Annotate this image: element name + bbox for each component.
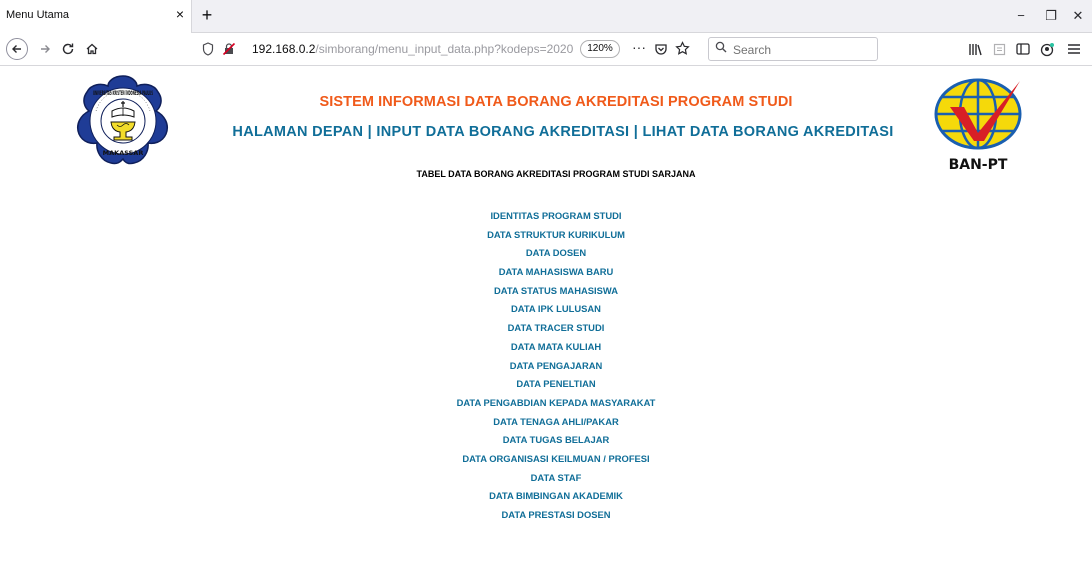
- menu-link[interactable]: DATA STRUKTUR KURIKULUM: [487, 229, 625, 240]
- address-bar[interactable]: 192.168.0.2/simborang/menu_input_data.ph…: [196, 37, 696, 61]
- menu-link[interactable]: DATA IPK LULUSAN: [511, 303, 601, 314]
- menu-link[interactable]: DATA ORGANISASI KEILMUAN / PROFESI: [462, 453, 649, 464]
- nav-input-data[interactable]: INPUT DATA BORANG AKREDITASI: [376, 124, 629, 140]
- browser-tab-strip: Menu Utama × + − ❐ ✕: [0, 0, 1092, 33]
- sidebar-icon[interactable]: [1014, 38, 1032, 60]
- list-item: DATA BIMBINGAN AKADEMIK: [0, 486, 1092, 505]
- nav-separator: |: [633, 124, 639, 140]
- list-item: DATA PENGABDIAN KEPADA MASYARAKAT: [0, 393, 1092, 412]
- url-text[interactable]: 192.168.0.2/simborang/menu_input_data.ph…: [252, 42, 578, 56]
- logo-bottom-text: MAKASSAR: [103, 149, 144, 157]
- menu-link[interactable]: DATA BIMBINGAN AKADEMIK: [489, 490, 623, 501]
- list-item: DATA STRUKTUR KURIKULUM: [0, 225, 1092, 244]
- table-title: TABEL DATA BORANG AKREDITASI PROGRAM STU…: [416, 169, 696, 179]
- menu-link[interactable]: DATA PRESTASI DOSEN: [501, 509, 610, 520]
- banpt-logo: BAN-PT: [928, 77, 1026, 175]
- list-item: DATA PENGAJARAN: [0, 356, 1092, 375]
- menu-link[interactable]: DATA MAHASISWA BARU: [499, 266, 614, 277]
- menu-link[interactable]: DATA STAF: [531, 472, 582, 483]
- library-icon[interactable]: [966, 38, 984, 60]
- menu-link[interactable]: DATA TENAGA AHLI/PAKAR: [493, 416, 619, 427]
- list-item: DATA IPK LULUSAN: [0, 299, 1092, 318]
- reload-icon[interactable]: [58, 38, 78, 60]
- menu-link[interactable]: DATA PENGABDIAN KEPADA MASYARAKAT: [457, 397, 656, 408]
- list-item: DATA PRESTASI DOSEN: [0, 505, 1092, 524]
- back-icon[interactable]: [6, 38, 28, 60]
- shield-icon[interactable]: [202, 42, 214, 61]
- menu-link[interactable]: IDENTITAS PROGRAM STUDI: [490, 210, 621, 221]
- new-tab-button[interactable]: +: [196, 4, 218, 26]
- close-window-button[interactable]: ✕: [1068, 7, 1088, 25]
- list-item: DATA STAF: [0, 468, 1092, 487]
- list-item: DATA MAHASISWA BARU: [0, 262, 1092, 281]
- reader-icon[interactable]: [990, 38, 1008, 60]
- data-menu: IDENTITAS PROGRAM STUDI DATA STRUKTUR KU…: [0, 206, 1092, 524]
- list-item: DATA PENELTIAN: [0, 374, 1092, 393]
- tab-title: Menu Utama: [6, 9, 69, 21]
- list-item: DATA TENAGA AHLI/PAKAR: [0, 412, 1092, 431]
- list-item: DATA ORGANISASI KEILMUAN / PROFESI: [0, 449, 1092, 468]
- list-item: DATA DOSEN: [0, 243, 1092, 262]
- search-bar[interactable]: Search: [708, 37, 878, 61]
- menu-link[interactable]: DATA STATUS MAHASISWA: [494, 285, 618, 296]
- list-item: DATA TUGAS BELAJAR: [0, 430, 1092, 449]
- tab-close-icon[interactable]: ×: [172, 6, 188, 22]
- list-item: DATA MATA KULIAH: [0, 337, 1092, 356]
- menu-link[interactable]: DATA DOSEN: [526, 247, 586, 258]
- forward-icon[interactable]: [36, 38, 54, 60]
- menu-link[interactable]: DATA PENGAJARAN: [510, 360, 603, 371]
- minimize-button[interactable]: −: [1011, 7, 1031, 25]
- menu-icon[interactable]: [1064, 38, 1084, 60]
- search-input[interactable]: Search: [733, 43, 771, 57]
- zoom-level[interactable]: 120%: [580, 40, 620, 58]
- insecure-lock-icon[interactable]: [222, 42, 236, 61]
- account-icon[interactable]: [1038, 38, 1056, 60]
- search-icon: [715, 41, 727, 56]
- restore-button[interactable]: ❐: [1041, 7, 1061, 25]
- university-logo: UNIVERSITAS KRISTEN INDONESIA PAULUS MAK…: [74, 75, 172, 167]
- nav-lihat-data[interactable]: LIHAT DATA BORANG AKREDITASI: [642, 124, 893, 140]
- home-icon[interactable]: [82, 38, 102, 60]
- menu-link[interactable]: DATA MATA KULIAH: [511, 341, 601, 352]
- page-content: UNIVERSITAS KRISTEN INDONESIA PAULUS MAK…: [0, 67, 1092, 584]
- list-item: IDENTITAS PROGRAM STUDI: [0, 206, 1092, 225]
- page-actions-icon[interactable]: ···: [632, 39, 646, 55]
- menu-link[interactable]: DATA TUGAS BELAJAR: [503, 434, 610, 445]
- nav-halaman-depan[interactable]: HALAMAN DEPAN: [232, 124, 363, 140]
- list-item: DATA TRACER STUDI: [0, 318, 1092, 337]
- menu-link[interactable]: DATA PENELTIAN: [516, 378, 595, 389]
- browser-toolbar: 192.168.0.2/simborang/menu_input_data.ph…: [0, 33, 1092, 66]
- nav-separator: |: [367, 124, 373, 140]
- bookmark-star-icon[interactable]: [675, 41, 690, 61]
- list-item: DATA STATUS MAHASISWA: [0, 281, 1092, 300]
- pocket-icon[interactable]: [654, 42, 668, 61]
- menu-link[interactable]: DATA TRACER STUDI: [508, 322, 605, 333]
- browser-tab[interactable]: Menu Utama ×: [0, 0, 192, 33]
